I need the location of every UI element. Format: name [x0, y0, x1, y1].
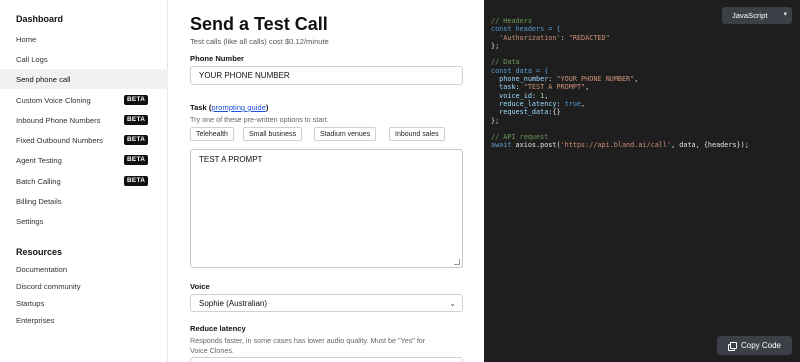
copy-code-label: Copy Code [740, 341, 782, 350]
beta-badge: BETA [124, 135, 149, 145]
sidebar-dashboard-title: Dashboard [16, 14, 64, 24]
page-title: Send a Test Call [190, 14, 328, 34]
sidebar-item-billing-details[interactable]: Billing Details [0, 191, 168, 211]
voice-select[interactable]: Sophie (Australian) ⌄ [190, 294, 463, 312]
sidebar-item-batch-calling[interactable]: Batch Calling BETA [0, 171, 168, 191]
sidebar-item-label: Send phone call [16, 74, 71, 84]
voice-label: Voice [190, 282, 210, 291]
beta-badge: BETA [124, 115, 149, 125]
sidebar-item-label: Enterprises [16, 315, 55, 325]
sidebar-item-inbound-phone-numbers[interactable]: Inbound Phone Numbers BETA [0, 110, 168, 130]
sidebar-link-enterprises[interactable]: Enterprises [0, 310, 168, 330]
sidebar-item-home[interactable]: Home [0, 29, 168, 49]
sidebar-item-label: Startups [16, 298, 45, 308]
sidebar-item-label: Discord community [16, 281, 81, 291]
sidebar-item-call-logs[interactable]: Call Logs [0, 49, 168, 69]
sidebar-item-label: Documentation [16, 264, 68, 274]
phone-number-label: Phone Number [190, 54, 245, 63]
sidebar-item-label: Custom Voice Cloning [16, 95, 91, 105]
sidebar-item-label: Call Logs [16, 54, 48, 64]
reduce-latency-help-line-1: Responds faster, in some cases has lower… [190, 336, 426, 345]
sidebar: Dashboard Home Call Logs Send phone call… [0, 0, 168, 362]
sidebar-item-fixed-outbound-numbers[interactable]: Fixed Outbound Numbers BETA [0, 130, 168, 150]
chevron-down-icon: ▾ [783, 11, 787, 18]
main-form: Send a Test Call Test calls (like all ca… [168, 0, 484, 362]
page-subtitle: Test calls (like all calls) cost $0.12/m… [190, 37, 329, 46]
chevron-down-icon: ⌄ [449, 299, 456, 308]
reduce-latency-help-line-2: Voice Clones. [190, 346, 234, 355]
reduce-latency-label: Reduce latency [190, 324, 246, 333]
sidebar-item-custom-voice-cloning[interactable]: Custom Voice Cloning BETA [0, 90, 168, 110]
sidebar-item-label: Home [16, 34, 37, 44]
sidebar-item-settings[interactable]: Settings [0, 211, 168, 231]
beta-badge: BETA [124, 155, 149, 165]
sidebar-item-agent-testing[interactable]: Agent Testing BETA [0, 150, 168, 170]
voice-select-value: Sophie (Australian) [199, 298, 268, 308]
copy-code-button[interactable]: Copy Code [717, 336, 792, 355]
chip-telehealth[interactable]: Telehealth [190, 127, 234, 141]
task-helper-text: Try one of these pre-written options to … [190, 115, 329, 124]
task-textarea-value: TEST A PROMPT [199, 155, 263, 164]
sidebar-item-send-phone-call[interactable]: Send phone call [0, 69, 168, 89]
code-panel: JavaScript ▾ // Headers const headers = … [484, 0, 800, 362]
prompting-guide-link[interactable]: prompting guide [211, 103, 265, 112]
sidebar-resources-title: Resources [16, 247, 63, 257]
beta-badge: BETA [124, 95, 149, 105]
task-label: Task (prompting guide) [190, 103, 269, 112]
sidebar-item-label: Settings [16, 216, 44, 226]
chip-small-business[interactable]: Small business [243, 127, 303, 141]
code-block: // Headers const headers = { 'Authorizat… [491, 17, 749, 150]
sidebar-item-label: Billing Details [16, 196, 62, 206]
phone-number-value: YOUR PHONE NUMBER [199, 71, 290, 80]
sidebar-item-label: Inbound Phone Numbers [16, 115, 101, 125]
chip-inbound-sales[interactable]: Inbound sales [389, 127, 445, 141]
beta-badge: BETA [124, 176, 149, 186]
task-textarea[interactable]: TEST A PROMPT [190, 149, 463, 268]
sidebar-item-label: Agent Testing [16, 155, 62, 165]
chip-stadium-venues[interactable]: Stadium venues [314, 127, 377, 141]
sidebar-item-label: Batch Calling [16, 176, 61, 186]
sidebar-item-label: Fixed Outbound Numbers [16, 135, 103, 145]
copy-icon [727, 341, 737, 351]
phone-number-input[interactable]: YOUR PHONE NUMBER [190, 66, 463, 85]
reduce-latency-select[interactable] [190, 357, 463, 362]
resize-handle-icon[interactable] [454, 259, 460, 265]
